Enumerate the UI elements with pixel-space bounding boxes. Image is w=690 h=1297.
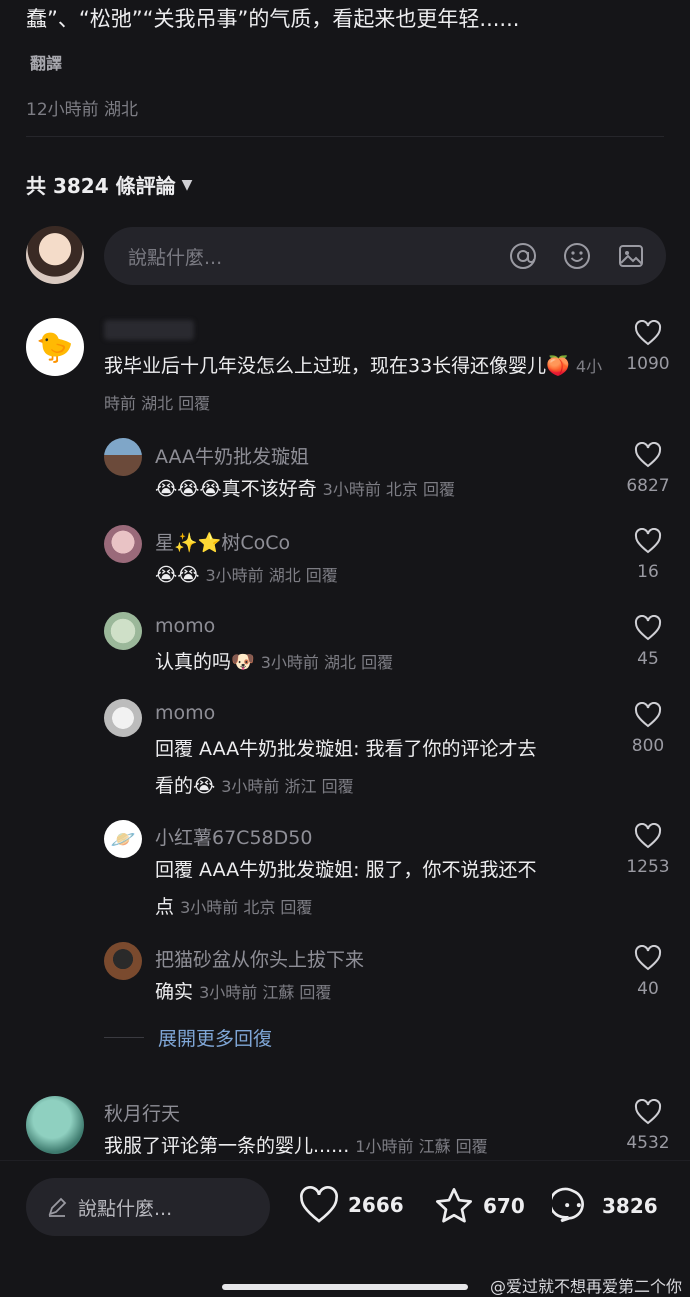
comment-author[interactable]: 星✨⭐树CoCo — [155, 528, 290, 555]
divider — [26, 136, 664, 137]
heart-icon — [634, 945, 662, 971]
post-text-tail: 蠢”、“松弛”“关我吊事”的气质，看起来也更年轻...... — [26, 7, 520, 31]
post-like-count: 2666 — [348, 1193, 404, 1217]
comment-text: 认真的吗🐶 3小時前 湖北 回覆 — [155, 651, 394, 673]
comment-author[interactable]: AAA牛奶批发璇姐 — [155, 442, 309, 469]
comment-author[interactable]: momo — [155, 702, 215, 724]
like-button[interactable]: 800 — [613, 702, 683, 756]
like-count: 40 — [637, 979, 659, 999]
avatar[interactable] — [104, 525, 142, 563]
like-button[interactable]: 40 — [613, 945, 683, 999]
heart-icon — [634, 1099, 662, 1125]
favorite-button[interactable]: 670 — [433, 1186, 525, 1226]
avatar[interactable] — [104, 942, 142, 980]
avatar[interactable] — [26, 1096, 84, 1154]
like-count: 16 — [637, 562, 659, 582]
like-count: 1090 — [626, 354, 670, 374]
heart-icon — [300, 1186, 338, 1223]
comment-bubble-icon — [552, 1187, 584, 1223]
image-icon[interactable] — [616, 241, 646, 271]
heart-icon — [634, 320, 662, 346]
favorite-count: 670 — [483, 1194, 525, 1218]
bottom-comment-input[interactable]: 說點什麼... — [26, 1178, 270, 1236]
duck-avatar-icon: 🐤 — [36, 329, 74, 365]
heart-icon — [634, 442, 662, 468]
like-button[interactable]: 4532 — [613, 1099, 683, 1153]
comment-input[interactable]: 說點什麼... — [104, 227, 666, 285]
heart-icon — [634, 528, 662, 554]
smile-icon[interactable] — [562, 241, 592, 271]
avatar[interactable]: 🪐 — [104, 820, 142, 858]
comment-meta[interactable]: 3小時前 湖北 回覆 — [205, 566, 337, 585]
like-button[interactable]: 1090 — [613, 320, 683, 374]
translate-link[interactable]: 翻譯 — [30, 50, 62, 74]
planet-avatar-icon: 🪐 — [110, 827, 136, 851]
comment-author[interactable]: 秋月行天 — [104, 1099, 180, 1126]
like-count: 800 — [631, 736, 665, 756]
comment-text: 确实 3小時前 江蘇 回覆 — [155, 981, 332, 1003]
post-meta: 12小時前 湖北 — [26, 100, 139, 120]
comment-author[interactable]: 小红薯67C58D50 — [155, 823, 312, 850]
comment-total-count: 3826 — [602, 1194, 658, 1218]
like-button[interactable]: 45 — [613, 615, 683, 669]
heart-icon — [634, 702, 662, 728]
like-count: 45 — [637, 649, 659, 669]
bottom-action-bar: 說點什麼... 2666 670 3826 @爱过就不想再爱第二个你 — [0, 1160, 690, 1297]
like-count: 6827 — [626, 476, 670, 496]
home-indicator[interactable] — [222, 1284, 468, 1290]
like-button[interactable]: 6827 — [613, 442, 683, 496]
comments-button[interactable]: 3826 — [552, 1186, 658, 1226]
bottom-input-placeholder: 說點什麼... — [78, 1197, 173, 1220]
comment-input-placeholder: 說點什麼... — [128, 246, 223, 269]
heart-icon — [634, 615, 662, 641]
avatar[interactable] — [104, 438, 142, 476]
like-count: 4532 — [626, 1133, 670, 1153]
comment-meta[interactable]: 3小時前 江蘇 回覆 — [199, 983, 331, 1002]
comment-text: 回覆 AAA牛奶批发璇姐: 服了，你不说我还不点 3小時前 北京 回覆 — [155, 859, 537, 918]
like-post-button[interactable]: 2666 — [298, 1186, 404, 1224]
star-icon — [436, 1188, 472, 1223]
heart-icon — [634, 823, 662, 849]
like-button[interactable]: 1253 — [613, 823, 683, 877]
comment-meta[interactable]: 3小時前 北京 回覆 — [180, 898, 312, 917]
comment-meta[interactable]: 3小時前 湖北 回覆 — [261, 653, 393, 672]
comment-meta[interactable]: 3小時前 浙江 回覆 — [221, 777, 353, 796]
comment-text: 回覆 AAA牛奶批发璇姐: 我看了你的评论才去 看的😭 3小時前 浙江 回覆 — [155, 738, 537, 797]
comment-meta[interactable]: 3小時前 北京 回覆 — [323, 480, 455, 499]
comment-text: 😭😭 3小時前 湖北 回覆 — [155, 564, 338, 586]
at-icon[interactable] — [508, 241, 538, 271]
watermark: @爱过就不想再爱第二个你 — [489, 1277, 682, 1296]
comment-text: 😭😭😭真不该好奇 3小時前 北京 回覆 — [155, 478, 456, 500]
expand-more-replies[interactable]: 展開更多回復 — [104, 1024, 272, 1051]
avatar[interactable]: 🐤 — [26, 318, 84, 376]
avatar[interactable] — [104, 699, 142, 737]
divider — [104, 1037, 144, 1038]
comment-author-blurred[interactable] — [104, 320, 194, 340]
like-button[interactable]: 16 — [613, 528, 683, 582]
comment-text: 我毕业后十几年没怎么上过班，现在33长得还像婴儿🍑 4小時前 湖北 回覆 — [104, 355, 603, 413]
comment-meta[interactable]: 1小時前 江蘇 回覆 — [355, 1137, 487, 1156]
comment-count-sort[interactable]: 共 3824 條評論 ▼ — [26, 170, 192, 199]
my-avatar[interactable] — [26, 226, 84, 284]
comment-author[interactable]: 把猫砂盆从你头上拔下来 — [155, 945, 364, 972]
chevron-down-icon: ▼ — [181, 176, 193, 193]
like-count: 1253 — [626, 857, 670, 877]
avatar[interactable] — [104, 612, 142, 650]
comment-count-label: 共 3824 條評論 — [26, 174, 176, 198]
pencil-icon — [48, 1197, 67, 1217]
comment-author[interactable]: momo — [155, 615, 215, 637]
expand-more-label: 展開更多回復 — [158, 1028, 273, 1050]
